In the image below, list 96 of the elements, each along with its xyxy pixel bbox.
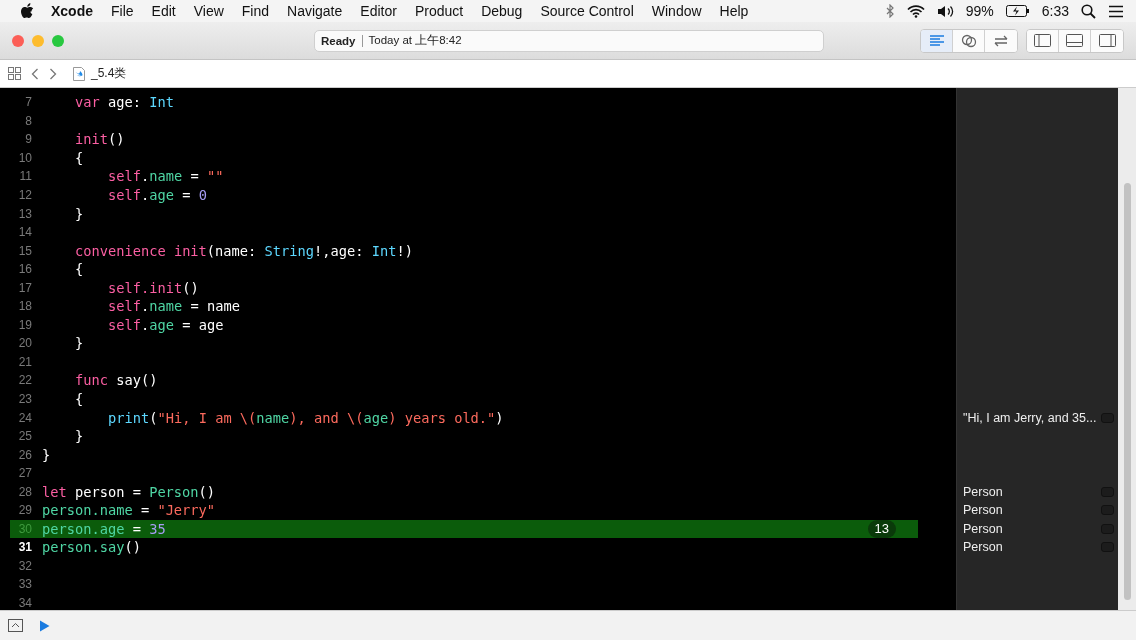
scrollbar[interactable] (1118, 88, 1136, 610)
menu-item[interactable]: Help (710, 3, 758, 19)
editor-mode-button[interactable] (921, 29, 953, 52)
code-line: self.age = age (108, 316, 224, 333)
line-number: 14 (17, 225, 32, 240)
rings-icon (960, 33, 977, 48)
menu-item[interactable]: Navigate (278, 3, 352, 19)
menu-item[interactable]: Edit (142, 3, 185, 19)
wifi-icon[interactable] (906, 4, 925, 18)
menu-item[interactable]: Editor (351, 3, 406, 19)
line-number: 20 (17, 336, 32, 351)
menu-item[interactable]: Source Control (531, 3, 643, 19)
panel-layout-icon (1066, 34, 1083, 47)
line-number: 26 (17, 447, 32, 462)
lines-icon (928, 34, 945, 47)
line-number: 7 (24, 95, 32, 110)
list-icon[interactable] (1108, 4, 1124, 18)
line-number: 10 (17, 150, 32, 165)
result-value: "Hi, I am Jerry, and 35... (963, 410, 1098, 425)
line-number: 17 (17, 280, 32, 295)
line-number: 34 (17, 596, 32, 610)
code-line: print("Hi, I am \(name), and \(age) years old.") (108, 409, 504, 426)
line-number: 16 (17, 262, 32, 277)
menu-item[interactable]: View (184, 3, 233, 19)
code-line: self.name = name (108, 298, 240, 315)
line-number: 9 (24, 132, 32, 147)
line-number: 23 (17, 392, 32, 406)
execution-count: 13 (867, 519, 896, 538)
code-line: { (75, 261, 84, 278)
panel-layout-icon (1098, 34, 1116, 47)
line-number: 8 (24, 113, 32, 128)
line-number: 25 (17, 429, 32, 444)
build-timestamp: Today at 上午8:42 (368, 33, 462, 48)
back-button[interactable] (31, 67, 39, 80)
swift-file-icon (73, 66, 85, 81)
result-value: Person (963, 540, 1004, 555)
apple-icon[interactable] (20, 3, 34, 19)
related-items-button[interactable] (8, 67, 21, 80)
battery-percentage: 99% (965, 3, 994, 19)
code-line: init() (75, 131, 125, 148)
menu-item[interactable]: Debug (472, 3, 532, 19)
battery-charging-icon[interactable] (1005, 5, 1030, 17)
panel-toggle-button[interactable] (1027, 29, 1059, 52)
file-breadcrumb[interactable]: _5.4类 (67, 65, 127, 82)
menu-item[interactable]: Product (405, 3, 473, 19)
search-icon[interactable] (1081, 3, 1096, 19)
line-number: 24 (17, 410, 32, 425)
line-number: 28 (17, 484, 32, 499)
line-number: 33 (17, 577, 32, 592)
code-line: func say() (75, 372, 158, 389)
code-line: { (75, 391, 84, 407)
code-line: } (42, 446, 51, 463)
result-value: Person (963, 521, 1004, 536)
code-line: self.init() (108, 279, 199, 296)
code-line: } (75, 428, 84, 445)
line-number: 32 (17, 558, 32, 573)
menu-item[interactable]: Window (642, 3, 711, 19)
menu-bar-clock[interactable]: 6:33 (1041, 3, 1069, 19)
code-line: person.say() (42, 539, 141, 556)
line-number: 30 (17, 521, 32, 536)
menu-item[interactable]: File (102, 3, 143, 19)
code-line: convenience init(name: String!,age: Int!) (75, 242, 413, 259)
status-text: Ready (321, 34, 356, 47)
code-line: let person = Person() (42, 483, 216, 500)
line-number: 13 (17, 206, 32, 221)
speaker-icon[interactable] (936, 4, 954, 18)
menu-item[interactable]: Find (232, 3, 279, 19)
app-menu[interactable]: Xcode (42, 3, 102, 19)
swap-arrows-icon (993, 34, 1009, 47)
line-number: 11 (18, 169, 32, 184)
code-line: { (75, 149, 84, 166)
line-number: 31 (17, 540, 32, 555)
code-line: self.age = 0 (108, 187, 207, 203)
code-line: } (75, 335, 84, 352)
scroll-thumb[interactable] (1123, 183, 1131, 600)
run-button[interactable] (39, 619, 50, 632)
panel-layout-icon (1034, 34, 1051, 47)
line-number: 12 (17, 188, 32, 202)
show-debug-area-button[interactable] (8, 619, 23, 632)
code-line: } (75, 205, 84, 222)
code-line: person.name = "Jerry" (42, 502, 216, 519)
line-number: 21 (17, 354, 32, 369)
close-button[interactable] (12, 34, 24, 47)
line-number: 29 (17, 503, 32, 518)
code-line: var age: Int (75, 94, 174, 111)
line-number: 15 (17, 243, 32, 258)
line-number: 27 (17, 466, 32, 481)
bluetooth-icon[interactable] (885, 4, 895, 18)
line-number: 19 (17, 317, 32, 332)
line-number: 22 (17, 373, 32, 388)
line-number: 18 (17, 299, 32, 314)
code-line: person.age = 35 (42, 520, 166, 537)
result-value: Person (963, 503, 1004, 518)
code-line: self.name = "" (108, 168, 224, 185)
forward-button[interactable] (49, 67, 57, 80)
result-value: Person (963, 484, 1004, 499)
